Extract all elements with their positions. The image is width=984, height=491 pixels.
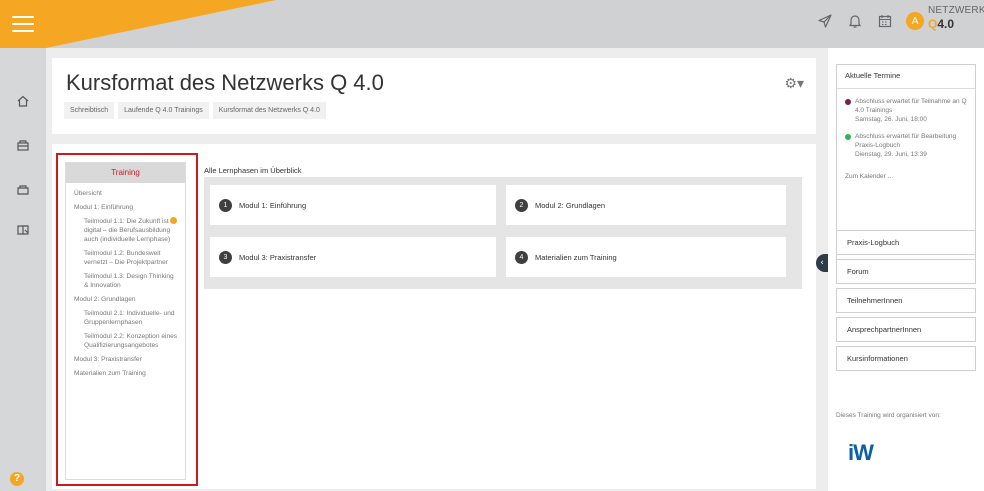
event-item[interactable]: Abschluss erwartet für Bearbeitung Praxi…	[845, 132, 967, 159]
menu-icon[interactable]	[12, 16, 34, 32]
link-ansprechpartnerinnen[interactable]: AnsprechpartnerInnen	[836, 317, 976, 342]
phase-card-module-2[interactable]: 2 Modul 2: Grundlagen	[506, 185, 786, 225]
phase-label: Modul 3: Praxistransfer	[239, 252, 317, 262]
phase-number: 1	[219, 198, 232, 212]
events-divider	[837, 88, 975, 89]
event-dot-icon	[845, 99, 851, 105]
nav-item-submodule-1-2[interactable]: Teilmodul 1.2: Bundesweit vernetzt – Die…	[74, 249, 179, 267]
training-nav-heading: Training	[66, 163, 185, 183]
event-dot-icon	[845, 134, 851, 140]
bell-icon[interactable]	[846, 12, 864, 30]
breadcrumb-item[interactable]: Schreibtisch	[64, 102, 115, 119]
phase-number: 2	[515, 198, 528, 212]
phases-grid: 1 Modul 1: Einführung 2 Modul 2: Grundla…	[204, 177, 802, 289]
event-text: Abschluss erwartet für Bearbeitung Praxi…	[855, 133, 957, 149]
brand-line1: NETZWERK	[928, 5, 984, 16]
phase-number: 4	[515, 250, 528, 264]
courses-icon[interactable]	[14, 181, 32, 199]
event-text: Abschluss erwartet für Teilnahme an Q 4.…	[855, 98, 967, 114]
library-icon[interactable]	[14, 221, 32, 239]
phase-label: Materialien zum Training	[535, 252, 617, 262]
link-teilnehmerinnen[interactable]: TeilnehmerInnen	[836, 288, 976, 313]
attention-icon	[170, 217, 177, 224]
breadcrumb-item[interactable]: Kursformat des Netzwerks Q 4.0	[212, 102, 326, 119]
brand-q: Q	[928, 17, 938, 31]
link-praxis-logbuch[interactable]: Praxis-Logbuch	[836, 230, 976, 255]
right-drawer: Aktuelle Termine Abschluss erwartet für …	[828, 48, 984, 491]
nav-item-submodule-1-3[interactable]: Teilmodul 1.3: Design Thinking & Innovat…	[74, 272, 179, 290]
drawer-toggle-chevron-icon[interactable]: ‹	[816, 254, 828, 272]
left-rail	[0, 48, 46, 491]
calendar-link[interactable]: Zum Kalender ...	[845, 173, 967, 180]
phase-label: Modul 1: Einführung	[239, 200, 307, 210]
phases-heading: Alle Lernphasen im Überblick	[204, 166, 302, 175]
nav-item-submodule-2-1[interactable]: Teilmodul 2.1: Individuelle- und Gruppen…	[74, 309, 179, 327]
event-item[interactable]: Abschluss erwartet für Teilnahme an Q 4.…	[845, 97, 967, 124]
nav-item-label: Teilmodul 1.1: Die Zukunft ist digital –…	[84, 218, 171, 243]
phase-number: 3	[219, 250, 232, 264]
training-navigation: Training Übersicht Modul 1: Einführung T…	[65, 162, 186, 480]
nav-item-submodule-2-2[interactable]: Teilmodul 2.2: Konzeption eines Qualifiz…	[74, 332, 179, 350]
top-bar: A NETZWERK Q4.0	[0, 0, 984, 48]
home-icon[interactable]	[14, 92, 32, 110]
user-avatar[interactable]: A	[906, 12, 924, 30]
phase-card-module-1[interactable]: 1 Modul 1: Einführung	[210, 185, 496, 225]
nav-item-submodule-1-1[interactable]: Teilmodul 1.1: Die Zukunft ist digital –…	[74, 217, 179, 244]
phase-label: Modul 2: Grundlagen	[535, 200, 606, 210]
dashboard-icon[interactable]	[14, 136, 32, 154]
nav-item-overview[interactable]: Übersicht	[74, 189, 179, 198]
event-date: Samstag, 26. Juni, 18:00	[855, 116, 927, 123]
events-title: Aktuelle Termine	[845, 71, 901, 80]
organizer-logo[interactable]: iW	[848, 440, 874, 466]
send-message-icon[interactable]	[816, 12, 834, 30]
nav-item-materials[interactable]: Materialien zum Training	[74, 369, 179, 378]
phase-card-module-3[interactable]: 3 Modul 3: Praxistransfer	[210, 237, 496, 277]
brand-logo[interactable]: NETZWERK Q4.0	[928, 5, 984, 31]
breadcrumb-item[interactable]: Laufende Q 4.0 Trainings	[118, 102, 209, 119]
nav-item-module-2[interactable]: Modul 2: Grundlagen	[74, 295, 179, 304]
top-bar-wedge	[46, 0, 276, 48]
nav-item-module-1[interactable]: Modul 1: Einführung	[74, 203, 179, 212]
gear-icon[interactable]: ⚙▾	[784, 76, 804, 92]
brand-version: 4.0	[937, 17, 955, 31]
phase-card-materials[interactable]: 4 Materialien zum Training	[506, 237, 786, 277]
top-actions: A	[816, 12, 924, 30]
organizer-text: Dieses Training wird organisiert von:	[836, 412, 941, 419]
page-header: Kursformat des Netzwerks Q 4.0 ⚙▾ Schrei…	[52, 58, 816, 134]
brand-line2: Q4.0	[928, 18, 982, 30]
nav-item-module-3[interactable]: Modul 3: Praxistransfer	[74, 355, 179, 364]
calendar-icon[interactable]	[876, 12, 894, 30]
page-title: Kursformat des Netzwerks Q 4.0	[66, 70, 384, 95]
event-date: Dienstag, 29. Juni, 13:39	[855, 151, 927, 158]
help-icon[interactable]: ?	[10, 472, 24, 486]
link-kursinformationen[interactable]: Kursinformationen	[836, 346, 976, 371]
breadcrumb: Schreibtisch Laufende Q 4.0 Trainings Ku…	[64, 102, 326, 119]
link-forum[interactable]: Forum	[836, 259, 976, 284]
